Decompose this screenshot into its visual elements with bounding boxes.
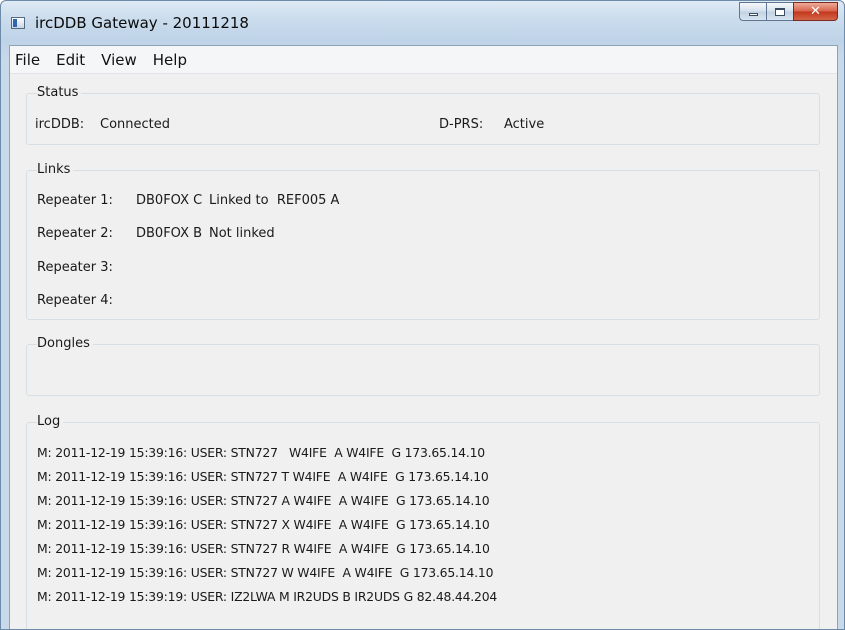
dongles-group-label: Dongles — [37, 336, 93, 351]
repeater-2-callsign: DB0FOX B — [136, 226, 203, 241]
repeater-1-link-status: Linked to REF005 A — [209, 193, 340, 208]
caption-buttons: ✕ — [739, 2, 838, 22]
log-line: M: 2011-12-19 15:39:16: USER: STN727 A W… — [37, 493, 490, 508]
app-icon[interactable] — [11, 17, 25, 29]
menu-view[interactable]: View — [93, 48, 145, 72]
log-group: Log M: 2011-12-19 15:39:16: USER: STN727… — [26, 414, 820, 629]
log-line: M: 2011-12-19 15:39:16: USER: STN727 W4I… — [37, 445, 485, 460]
dongles-group: Dongles — [26, 336, 820, 396]
repeater-2-link-status: Not linked — [209, 226, 275, 241]
close-icon: ✕ — [810, 4, 821, 19]
app-window: ircDDB Gateway - 20111218 ✕ File Edit Vi… — [0, 0, 845, 630]
repeater-3-label: Repeater 3: — [37, 260, 113, 275]
links-group-label: Links — [37, 162, 74, 177]
ircddb-label: ircDDB: — [35, 117, 85, 132]
links-group: Links Repeater 1: DB0FOX C Linked to REF… — [26, 162, 820, 320]
maximize-button[interactable] — [766, 2, 793, 21]
menu-file[interactable]: File — [12, 48, 48, 72]
status-group: Status ircDDB: Connected D-PRS: Active — [26, 85, 820, 145]
window-title: ircDDB Gateway - 20111218 — [35, 14, 249, 32]
menu-help[interactable]: Help — [145, 48, 195, 72]
log-line: M: 2011-12-19 15:39:16: USER: STN727 X W… — [37, 517, 490, 532]
minimize-icon — [748, 13, 758, 16]
repeater-1-label: Repeater 1: — [37, 193, 113, 208]
repeater-2-label: Repeater 2: — [37, 226, 113, 241]
repeater-4-label: Repeater 4: — [37, 293, 113, 308]
close-button[interactable]: ✕ — [793, 2, 838, 21]
status-group-label: Status — [37, 85, 82, 100]
ircddb-status-value: Connected — [100, 117, 171, 132]
title-bar[interactable]: ircDDB Gateway - 20111218 ✕ — [1, 1, 844, 45]
repeater-1-callsign: DB0FOX C — [136, 193, 203, 208]
menu-edit[interactable]: Edit — [48, 48, 93, 72]
minimize-button[interactable] — [739, 2, 766, 21]
log-line: M: 2011-12-19 15:39:16: USER: STN727 R W… — [37, 541, 490, 556]
log-group-label: Log — [37, 414, 64, 429]
dprs-status-value: Active — [504, 117, 545, 132]
dprs-label: D-PRS: — [439, 117, 484, 132]
client-area: File Edit View Help Status ircDDB: Conne… — [9, 45, 838, 629]
log-line: M: 2011-12-19 15:39:16: USER: STN727 T W… — [37, 469, 489, 484]
maximize-icon — [775, 7, 785, 16]
menu-bar: File Edit View Help — [10, 46, 837, 74]
log-line: M: 2011-12-19 15:39:16: USER: STN727 W W… — [37, 565, 494, 580]
log-line: M: 2011-12-19 15:39:19: USER: IZ2LWA M I… — [37, 589, 498, 604]
